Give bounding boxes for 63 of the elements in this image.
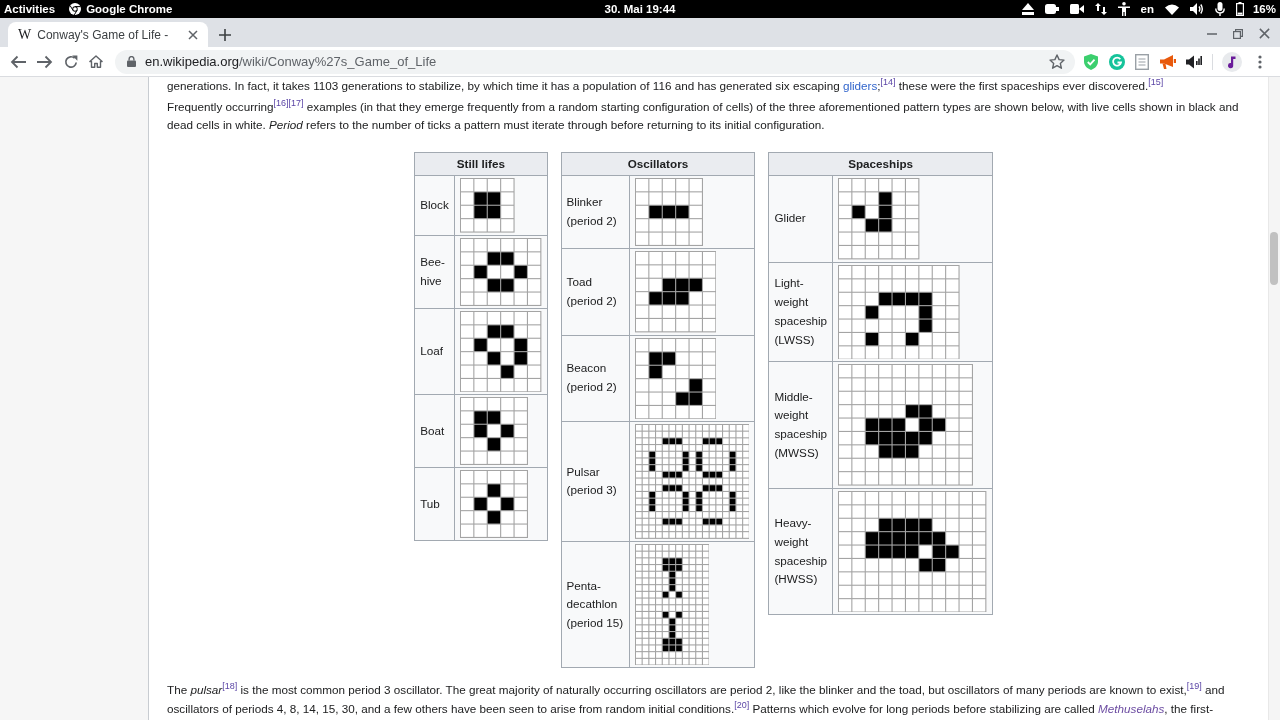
scrollbar-thumb[interactable]: [1270, 232, 1278, 285]
wifi-icon[interactable]: [1164, 3, 1179, 15]
pattern-label: Blinker (period 2): [561, 175, 630, 249]
pattern-label: Light-weight spaceship (LWSS): [768, 262, 833, 362]
pattern-label: Toad (period 2): [561, 248, 630, 335]
document-icon[interactable]: [1135, 53, 1149, 70]
battery-percent: 16%: [1252, 3, 1276, 15]
pattern-label: Block: [414, 175, 455, 236]
close-icon[interactable]: [1259, 28, 1270, 39]
app-menu[interactable]: Google Chrome: [86, 3, 173, 15]
address-bar[interactable]: en.wikipedia.org/wiki/Conway%27s_Game_of_Life: [115, 49, 1075, 74]
person-icon[interactable]: [1117, 2, 1130, 16]
article-link[interactable]: gliders: [842, 79, 878, 92]
menu-icon[interactable]: [1258, 54, 1262, 69]
forward-icon[interactable]: [37, 54, 53, 69]
star-icon[interactable]: [1049, 54, 1065, 69]
microphone-icon[interactable]: [1214, 2, 1225, 16]
pattern-label: Glider: [768, 175, 833, 262]
keyboard-layout[interactable]: en: [1140, 3, 1154, 15]
minimize-icon[interactable]: [1207, 32, 1217, 35]
speaker-icon[interactable]: [1186, 54, 1202, 69]
pattern-label: Penta-decathlon (period 15): [561, 541, 630, 668]
arrows-icon[interactable]: [1094, 3, 1107, 15]
paragraph-text: Frequently occurring$^{[16]}$$^{[17]}$ examples (in that they emerge frequently from a random starting configuration of cells) of the three aforementioned pattern types are shown below, with live cells shown in black and dead cells in white. Period refers to the number of ticks a pattern must iterate through before returning to its initial configuration.: [167, 97, 1240, 134]
back-icon[interactable]: [10, 54, 26, 69]
device-icon[interactable]: [1044, 4, 1059, 14]
reload-icon[interactable]: [64, 54, 78, 69]
pattern-label: Loaf: [414, 308, 455, 395]
pattern-label: Beacon (period 2): [561, 335, 630, 422]
reference-link[interactable]: [15]: [1148, 77, 1164, 88]
app-icon[interactable]: [69, 3, 82, 15]
camera-icon[interactable]: [1069, 4, 1084, 14]
paragraph-text: generations. In fact, it takes 1103 generations to stabilize, by which time it has a population of 116 and has generated six escaping gliders;$^{[14]}$ these were the first spaceships ever discovered.$^{[15]}$: [167, 77, 1165, 94]
pattern-label: Middle-weight spaceship (MWSS): [768, 361, 833, 489]
browser-tab[interactable]: W Conway's Game of Life -: [8, 22, 208, 47]
paragraph-text: The pulsar$^{[18]}$ is the most common period 3 oscillator. The great majority of naturally occurring oscillators are period 2, like the blinker and the toad, but oscillators of many periods are known to exist,$^{[19]}$ and oscillators of periods 4, 8, 14, 15, 30, and a few others have been seen to arise from random initial conditions.$^{[20]}$ Patterns which evolve for long periods before stabilizing are called Methuselahs, the first-: [167, 681, 1226, 718]
speaker-icon[interactable]: [1189, 3, 1204, 15]
close-icon[interactable]: [188, 29, 198, 40]
pattern-label: Heavy-weight spaceship (HWSS): [768, 488, 833, 615]
battery-icon[interactable]: [1235, 2, 1244, 16]
pattern-label: Bee-hive: [414, 235, 455, 309]
pattern-label: Boat: [414, 394, 455, 468]
pattern-label: Pulsar (period 3): [561, 421, 630, 542]
eject-icon[interactable]: [1021, 3, 1034, 15]
clock-text[interactable]: 30. Mai 19:44: [604, 3, 676, 15]
table-header: Oscillators: [561, 152, 755, 176]
plus-icon[interactable]: [219, 28, 231, 41]
pattern-label: Tub: [414, 467, 455, 541]
reference-link[interactable]: [14]: [880, 77, 896, 88]
home-icon[interactable]: [89, 55, 103, 68]
table-header: Spaceships: [768, 152, 993, 176]
reference-link[interactable]: [16]: [273, 97, 289, 108]
activities-button[interactable]: Activities: [4, 3, 56, 15]
avatar-icon[interactable]: [1222, 51, 1242, 72]
reference-link[interactable]: [19]: [1186, 681, 1202, 692]
restore-icon[interactable]: [1233, 28, 1243, 39]
reference-link[interactable]: [20]: [734, 700, 750, 711]
shield-check-icon[interactable]: [1084, 53, 1098, 70]
table-header: Still lifes: [414, 152, 548, 176]
reference-link[interactable]: [18]: [222, 681, 238, 692]
megaphone-icon[interactable]: [1159, 54, 1176, 69]
favicon: W: [18, 26, 32, 43]
lock-icon: [127, 56, 136, 67]
